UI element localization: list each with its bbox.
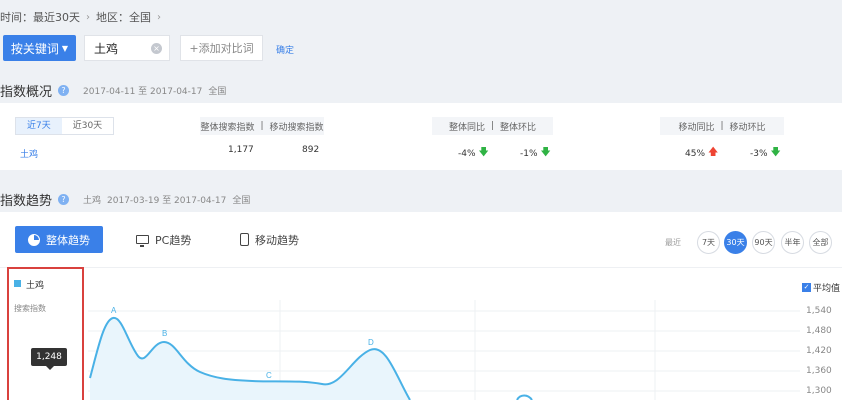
overview-panel: 近7天 近30天 整体搜索指数 | 移动搜索指数 整体同比 | 整体环比 移动同… bbox=[0, 103, 842, 170]
tab-overall-trend[interactable]: 整体趋势 bbox=[15, 226, 103, 253]
y-tick-label: 1,360 bbox=[806, 366, 832, 376]
header-separator: | bbox=[720, 121, 724, 131]
monitor-icon bbox=[136, 235, 149, 247]
overall-yoy-value: -4% bbox=[458, 148, 476, 159]
annotation-a: A bbox=[111, 306, 117, 315]
checkbox-checked-icon[interactable]: ✓ bbox=[802, 283, 811, 292]
overview-keyword-link[interactable]: 土鸡 bbox=[20, 147, 38, 160]
header-mobile-yoy: 移动同比 bbox=[678, 122, 715, 133]
range-half-year[interactable]: 半年 bbox=[781, 231, 804, 254]
confirm-link[interactable]: 确定 bbox=[276, 43, 294, 56]
mobile-index-value: 892 bbox=[302, 145, 320, 155]
chevron-right-icon: › bbox=[86, 11, 90, 23]
annotation-c: C bbox=[266, 371, 272, 380]
series-area bbox=[90, 317, 410, 400]
recent-label: 最近 bbox=[665, 238, 681, 247]
trend-section-title: 指数趋势 ? 土鸡 2017-03-19 至 2017-04-17 全国 bbox=[0, 190, 250, 209]
clear-icon[interactable]: × bbox=[151, 43, 162, 54]
annotation-b: B bbox=[162, 329, 167, 338]
header-separator: | bbox=[490, 121, 495, 131]
keyword-input[interactable]: 土鸡 × bbox=[84, 35, 170, 61]
pie-chart-icon bbox=[28, 233, 40, 246]
y-tick-label: 1,480 bbox=[806, 326, 832, 336]
keyword-mode-label: 按关键词 bbox=[10, 41, 59, 56]
tab-overall-label: 整体趋势 bbox=[46, 233, 90, 247]
tab-mobile-label: 移动趋势 bbox=[255, 233, 299, 247]
tab-7-days[interactable]: 近7天 bbox=[16, 118, 62, 134]
arrow-down-icon: 🡇 bbox=[540, 147, 551, 158]
overview-period-tabs: 近7天 近30天 bbox=[15, 117, 115, 135]
overview-date-range: 2017-04-11 至 2017-04-17 bbox=[83, 87, 203, 97]
header-mobile-change: 移动同比 | 移动环比 bbox=[660, 117, 784, 135]
header-search-index: 整体搜索指数 | 移动搜索指数 bbox=[200, 117, 324, 135]
y-tick-label: 1,300 bbox=[806, 386, 832, 396]
header-separator: | bbox=[260, 121, 264, 131]
help-icon[interactable]: ? bbox=[58, 194, 70, 205]
range-all[interactable]: 全部 bbox=[809, 231, 832, 254]
overview-section-title: 指数概况 ? 2017-04-11 至 2017-04-17 全国 bbox=[0, 81, 226, 100]
time-filter[interactable]: 时间：最近30天 bbox=[0, 9, 80, 25]
range-30-days[interactable]: 30天 bbox=[724, 231, 747, 254]
range-7-days[interactable]: 7天 bbox=[697, 231, 720, 254]
chevron-right-icon: › bbox=[157, 11, 161, 23]
header-search-label: 整体搜索指数 bbox=[200, 122, 255, 133]
overall-mom-value: -1% bbox=[520, 148, 538, 159]
legend-metric-label: 搜索指数 bbox=[14, 304, 46, 313]
average-label: 平均值 bbox=[813, 284, 841, 294]
filter-breadcrumb: 时间：最近30天 › 地区：全国 › bbox=[0, 8, 161, 26]
search-index-value: 1,177 bbox=[228, 145, 254, 155]
header-overall-change: 整体同比 | 整体环比 bbox=[432, 117, 553, 135]
header-overall-mom: 整体环比 bbox=[500, 122, 537, 133]
trend-date-range: 2017-03-19 至 2017-04-17 bbox=[107, 196, 227, 206]
region-filter[interactable]: 地区：全国 bbox=[96, 9, 151, 25]
trend-chart: A B C D bbox=[88, 300, 800, 400]
keyword-input-value: 土鸡 bbox=[94, 41, 119, 56]
y-tick-label: 1,540 bbox=[806, 306, 832, 316]
header-mobile-label: 移动搜索指数 bbox=[269, 122, 324, 133]
arrow-down-icon: 🡇 bbox=[770, 147, 781, 158]
caret-down-icon: ▼ bbox=[61, 43, 69, 53]
tab-mobile-trend[interactable]: 移动趋势 bbox=[240, 226, 299, 253]
overall-yoy: -4% 🡇 bbox=[458, 145, 489, 162]
average-toggle[interactable]: ✓ 平均值 bbox=[802, 281, 840, 294]
range-90-days[interactable]: 90天 bbox=[752, 231, 775, 254]
overview-region: 全国 bbox=[208, 87, 227, 97]
header-mobile-mom: 移动环比 bbox=[729, 122, 766, 133]
mobile-mom: -3% 🡇 bbox=[750, 145, 781, 162]
trend-title: 指数趋势 bbox=[0, 194, 53, 209]
value-tooltip: 1,248 bbox=[31, 348, 67, 370]
mobile-yoy-value: 45% bbox=[685, 148, 706, 159]
legend-series-name[interactable]: 土鸡 bbox=[26, 278, 44, 291]
series-line-tail bbox=[516, 394, 533, 400]
overview-title: 指数概况 bbox=[0, 85, 53, 100]
legend-swatch bbox=[14, 280, 21, 287]
header-overall-yoy: 整体同比 bbox=[448, 122, 485, 133]
arrow-down-icon: 🡇 bbox=[478, 147, 489, 158]
keyword-mode-button[interactable]: 按关键词 ▼ bbox=[3, 35, 76, 61]
mobile-mom-value: -3% bbox=[750, 148, 768, 159]
mobile-yoy: 45% 🡅 bbox=[685, 145, 718, 162]
overall-mom: -1% 🡇 bbox=[520, 145, 551, 162]
trend-region: 全国 bbox=[232, 196, 251, 206]
tab-30-days[interactable]: 近30天 bbox=[62, 118, 113, 134]
tab-pc-label: PC趋势 bbox=[155, 233, 192, 247]
add-compare-button[interactable]: +添加对比词 bbox=[180, 35, 263, 61]
trend-keyword: 土鸡 bbox=[83, 196, 102, 206]
y-tick-label: 1,420 bbox=[806, 346, 832, 356]
phone-icon bbox=[240, 233, 249, 246]
tab-pc-trend[interactable]: PC趋势 bbox=[136, 226, 191, 253]
help-icon[interactable]: ? bbox=[58, 85, 70, 96]
annotation-d: D bbox=[368, 338, 374, 347]
arrow-up-icon: 🡅 bbox=[708, 147, 719, 158]
